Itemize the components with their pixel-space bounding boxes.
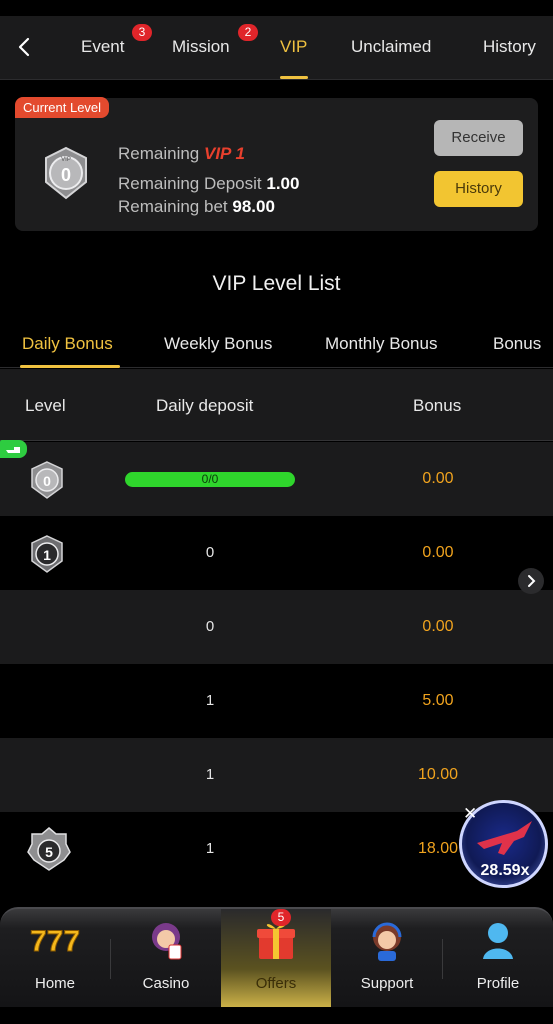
nav-home-label: Home <box>34 975 75 992</box>
remaining-vip: VIP 1 <box>204 144 245 163</box>
receive-button[interactable]: Receive <box>434 120 523 156</box>
remaining-bet-line: Remaining bet 98.00 <box>118 197 275 217</box>
nav-offers-label: Offers <box>255 975 297 992</box>
current-level-tag: Current Level <box>15 97 110 118</box>
active-tab-indicator <box>280 76 308 79</box>
level-5-medal-icon: 5 <box>27 827 71 871</box>
nav-support[interactable]: Support <box>332 909 442 1009</box>
remaining-label: Remaining <box>118 144 200 163</box>
column-bonus: Bonus <box>413 396 462 415</box>
row-deposit: 0 <box>205 544 215 561</box>
profile-user-icon <box>483 923 513 959</box>
tab-bonus[interactable]: Bonus <box>493 334 541 354</box>
nav-profile-label: Profile <box>476 975 520 992</box>
remaining-deposit-value: 1.00 <box>266 174 300 193</box>
bonus-tabs: Daily Bonus Weekly Bonus Monthly Bonus B… <box>0 320 553 368</box>
history-button[interactable]: History <box>434 171 523 207</box>
slot-777-icon: 777 <box>30 925 80 959</box>
table-row: 0 0/0 0.00 <box>0 440 553 516</box>
row-deposit: 1 <box>205 840 215 857</box>
tab-event[interactable]: Event <box>81 37 124 57</box>
home-indicator-area <box>0 1007 553 1024</box>
table-header: Level Daily deposit Bonus <box>0 369 553 441</box>
top-tab-bar: Event 3 Mission 2 VIP Unclaimed History <box>0 16 553 80</box>
tab-unclaimed[interactable]: Unclaimed <box>351 37 431 57</box>
level-1-medal-icon: 1 <box>31 535 63 573</box>
nav-casino-label: Casino <box>142 975 190 992</box>
game-multiplier: 28.59x <box>480 862 530 879</box>
nav-casino[interactable]: Casino <box>111 909 221 1009</box>
table-row: 1 0 0.00 <box>0 516 553 590</box>
medal-caption: VIP <box>61 157 71 163</box>
row-deposit: 0 <box>205 618 215 635</box>
back-arrow-icon[interactable] <box>14 36 36 58</box>
row-level-number: 5 <box>45 844 53 860</box>
close-float-icon[interactable]: ✕ <box>463 804 477 824</box>
level-0-medal-icon: 0 <box>31 461 63 499</box>
chevron-right-icon <box>528 575 536 587</box>
remaining-bet-value: 98.00 <box>232 197 275 216</box>
row-level-number: 1 <box>43 547 51 563</box>
vip-medal-icon: VIP 0 <box>45 146 87 200</box>
row-deposit: 1 <box>205 766 215 783</box>
deposit-progress-bar: 0/0 <box>125 472 295 487</box>
support-agent-icon <box>372 922 402 961</box>
current-level-card: Current Level VIP 0 Remaining VIP 1 Rema… <box>15 97 538 231</box>
row-bonus: 10.00 <box>417 766 459 783</box>
row-bonus: 0.00 <box>422 618 454 635</box>
bonus-tab-indicator <box>20 365 120 368</box>
row-bonus: 0.00 <box>422 470 454 487</box>
tab-daily-bonus[interactable]: Daily Bonus <box>22 334 113 354</box>
event-badge: 3 <box>132 24 152 41</box>
scroll-right-button[interactable] <box>518 568 544 594</box>
table-row: 0 0.00 <box>0 590 553 664</box>
nav-profile[interactable]: Profile <box>443 909 553 1009</box>
pointing-hand-icon <box>0 440 27 458</box>
nav-support-label: Support <box>360 975 414 992</box>
row-bonus: 0.00 <box>422 544 454 561</box>
nav-home[interactable]: 777 Home <box>0 909 110 1009</box>
deposit-progress-text: 0/0 <box>201 472 219 486</box>
row-bonus: 5.00 <box>422 692 454 709</box>
column-daily-deposit: Daily deposit <box>156 396 254 415</box>
tab-vip[interactable]: VIP <box>280 37 307 57</box>
row-level-number: 0 <box>43 473 51 489</box>
medal-level: 0 <box>61 165 71 185</box>
column-level: Level <box>25 396 66 415</box>
offers-badge: 5 <box>271 909 291 926</box>
row-deposit: 1 <box>205 692 215 709</box>
svg-text:777: 777 <box>30 925 80 958</box>
table-row: 1 5.00 <box>0 664 553 738</box>
mission-badge: 2 <box>238 24 258 41</box>
remaining-deposit-label: Remaining Deposit <box>118 174 262 193</box>
remaining-vip-line: Remaining VIP 1 <box>118 144 245 164</box>
remaining-deposit-line: Remaining Deposit 1.00 <box>118 174 299 194</box>
tab-weekly-bonus[interactable]: Weekly Bonus <box>164 334 272 354</box>
remaining-bet-label: Remaining bet <box>118 197 228 216</box>
table-row: 1 10.00 <box>0 738 553 812</box>
casino-dealer-icon <box>152 923 182 960</box>
tab-mission[interactable]: Mission <box>172 37 230 57</box>
vip-level-list-title: VIP Level List <box>212 272 341 295</box>
tab-monthly-bonus[interactable]: Monthly Bonus <box>325 334 437 354</box>
tab-history[interactable]: History <box>483 37 536 57</box>
